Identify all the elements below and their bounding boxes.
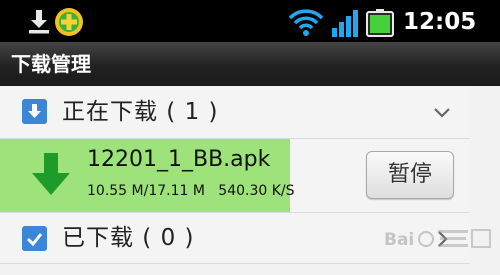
pause-button[interactable]: 暂停	[366, 151, 454, 199]
download-arrow-icon	[22, 99, 47, 124]
checkbox-icon	[22, 226, 47, 251]
download-item[interactable]: 12201_1_BB.apk 10.55 M/17.11 M 540.30 K/…	[0, 139, 470, 212]
baidu-jingyan-watermark: Bai	[384, 229, 491, 250]
section-downloading-label: 正在下载 ( 1 )	[62, 99, 219, 125]
battery-icon	[366, 9, 394, 37]
wifi-icon	[288, 9, 324, 36]
chevron-down-icon[interactable]	[432, 102, 452, 122]
download-stats: 10.55 M/17.11 M 540.30 K/S	[87, 183, 295, 199]
svg-text:Bai: Bai	[384, 230, 414, 250]
title-bar: 下载管理	[0, 42, 500, 87]
download-arrow-icon	[32, 153, 70, 195]
status-time: 12:05	[403, 9, 477, 35]
download-file-name: 12201_1_BB.apk	[87, 147, 271, 172]
app-360-icon	[55, 8, 83, 36]
section-downloading-header[interactable]: 正在下载 ( 1 )	[0, 86, 470, 139]
status-bar: 12:05	[0, 0, 500, 42]
download-icon	[29, 10, 49, 34]
signal-icon	[332, 10, 358, 37]
section-downloaded-label: 已下载 ( 0 )	[62, 225, 195, 251]
page-title: 下载管理	[11, 52, 91, 76]
